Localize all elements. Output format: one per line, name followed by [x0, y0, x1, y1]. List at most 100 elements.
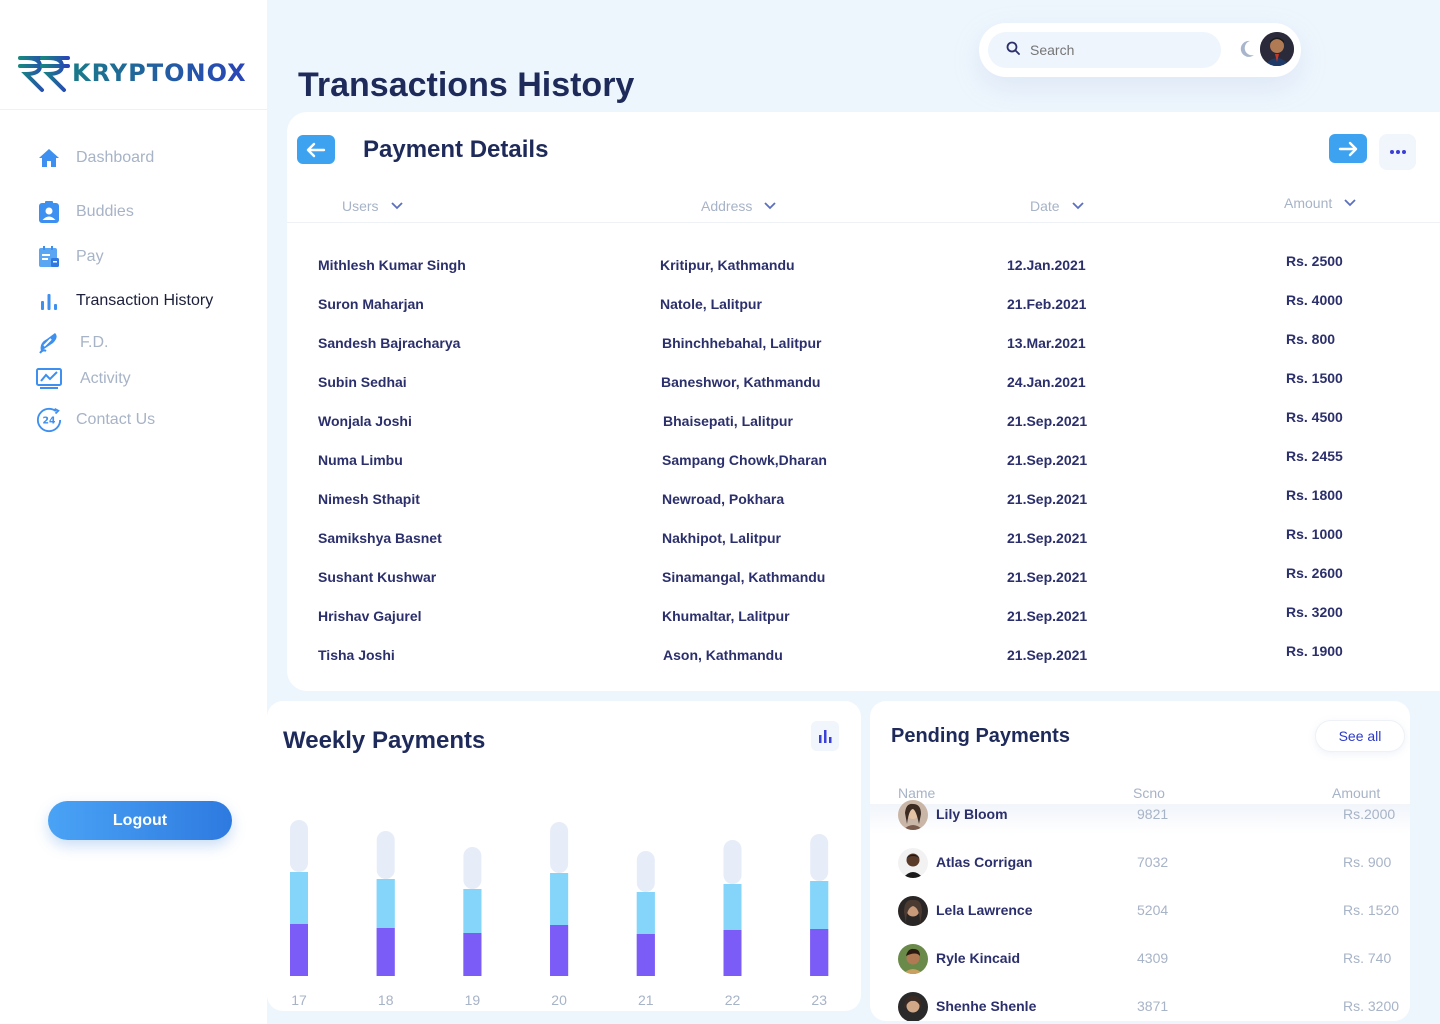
column-header-amount[interactable]: Amount: [1284, 195, 1356, 211]
cell-address: Ason, Kathmandu: [663, 647, 783, 663]
contact-card-icon: [36, 199, 62, 225]
pending-amount: Rs. 3200: [1343, 998, 1400, 1014]
cell-amount: Rs. 1500: [1286, 370, 1343, 386]
column-header-scno: Scno: [1133, 785, 1165, 801]
column-header-amount: Amount: [1332, 785, 1381, 801]
weekly-payments-card: Weekly Payments 17 18 19 20 21 22 23: [267, 701, 861, 1011]
payment-details-title: Payment Details: [363, 136, 549, 163]
column-header-users[interactable]: Users: [342, 198, 403, 214]
cell-address: Nakhipot, Lalitpur: [662, 530, 781, 546]
cell-date: 21.Sep.2021: [1007, 530, 1088, 546]
sidebar-item-buddies[interactable]: Buddies: [36, 199, 134, 225]
pending-scno: 3871: [1137, 998, 1169, 1014]
cell-user: Sushant Kushwar: [318, 569, 437, 585]
table-header-divider: [287, 222, 1440, 223]
bar-segment-overlay-17-0: [290, 924, 308, 976]
sidebar-item-label: Contact Us: [76, 411, 156, 428]
list-item[interactable]: Lela Lawrence 5204 Rs. 1520: [870, 896, 1410, 930]
table-row[interactable]: Samikshya Basnet Nakhipot, Lalitpur 21.Sep…: [287, 526, 1440, 552]
list-item[interactable]: Lily Bloom 9821 Rs.2000: [870, 800, 1410, 834]
invoice-icon: [36, 244, 62, 270]
avatar: [898, 848, 928, 878]
search-input[interactable]: [1030, 42, 1200, 58]
sidebar-item-label: Activity: [80, 370, 131, 387]
sidebar-item-contact-us[interactable]: 24 Contact Us: [36, 407, 155, 433]
list-item[interactable]: Atlas Corrigan 7032 Rs. 900: [870, 848, 1410, 882]
pending-scno: 4309: [1137, 950, 1169, 966]
search-bar[interactable]: [988, 32, 1221, 68]
more-options-button[interactable]: [1379, 134, 1416, 170]
pending-scno: 9821: [1137, 806, 1169, 822]
table-row[interactable]: Numa Limbu Sampang Chowk,Dharan 21.Sep.202…: [287, 448, 1440, 474]
cell-date: 24.Jan.2021: [1007, 374, 1086, 390]
see-all-button[interactable]: See all: [1315, 720, 1405, 752]
table-row[interactable]: Suron Maharjan Natole, Lalitpur 21.Feb.202…: [287, 292, 1440, 318]
dark-mode-toggle-icon[interactable]: [1239, 40, 1255, 63]
sidebar-item-activity[interactable]: Activity: [36, 366, 131, 392]
back-button[interactable]: [297, 135, 335, 164]
forward-button[interactable]: [1329, 134, 1367, 163]
sidebar-item-transaction-history[interactable]: Transaction History: [36, 288, 213, 314]
cell-date: 21.Sep.2021: [1007, 452, 1088, 468]
cell-amount: Rs. 2455: [1286, 448, 1343, 464]
table-row[interactable]: Sushant Kushwar Sinamangal, Kathmandu 21.S…: [287, 565, 1440, 591]
table-row[interactable]: Wonjala Joshi Bhaisepati, Lalitpur 21.Sep.…: [287, 409, 1440, 435]
x-tick-label: 21: [638, 992, 654, 1008]
user-avatar[interactable]: [1260, 32, 1294, 66]
cell-user: Samikshya Basnet: [318, 530, 442, 546]
list-item[interactable]: Shenhe Shenle 3871 Rs. 3200: [870, 992, 1410, 1021]
table-row[interactable]: Subin Sedhai Baneshwor, Kathmandu 24.Jan.2…: [287, 370, 1440, 396]
column-header-label: Address: [701, 198, 753, 214]
bar-segment-overlay-18-0: [376, 928, 395, 976]
brand-logo[interactable]: KRYPTONOX: [18, 50, 247, 96]
avatar: [898, 944, 928, 974]
cell-amount: Rs. 1900: [1286, 643, 1343, 659]
bar-segment-overlay-22-0: [723, 930, 742, 976]
payment-details-card: Payment Details Users Address Date Amoun…: [287, 112, 1440, 691]
table-row[interactable]: Mithlesh Kumar Singh Kritipur, Kathmandu 1…: [287, 253, 1440, 279]
pending-amount: Rs.2000: [1343, 806, 1396, 822]
column-header-date[interactable]: Date: [1030, 198, 1084, 214]
sidebar: KRYPTONOX Dashboard Buddies Pay Transact…: [0, 0, 267, 1024]
bar-segment-overlay-19-0: [463, 933, 482, 976]
logo-divider: [0, 109, 267, 110]
table-row[interactable]: Hrishav Gajurel Khumaltar, Lalitpur 21.Sep…: [287, 604, 1440, 630]
cell-address: Newroad, Pokhara: [662, 491, 785, 507]
logout-button[interactable]: Logout: [48, 801, 232, 840]
sidebar-item-dashboard[interactable]: Dashboard: [36, 145, 154, 171]
cell-user: Suron Maharjan: [318, 296, 424, 312]
ellipsis-icon: [1389, 150, 1406, 154]
bar-segment-overlay-21-0: [636, 934, 655, 976]
table-row[interactable]: Tisha Joshi Ason, Kathmandu 21.Sep.2021 Rs.…: [287, 643, 1440, 669]
table-row[interactable]: Nimesh Sthapit Newroad, Pokhara 21.Sep.202…: [287, 487, 1440, 513]
avatar: [898, 800, 928, 830]
pending-amount: Rs. 740: [1343, 950, 1392, 966]
pending-name: Lela Lawrence: [936, 902, 1033, 918]
list-item[interactable]: Ryle Kincaid 4309 Rs. 740: [870, 944, 1410, 978]
cell-amount: Rs. 4000: [1286, 292, 1343, 308]
cell-address: Sampang Chowk,Dharan: [662, 452, 827, 468]
cell-date: 12.Jan.2021: [1007, 257, 1086, 273]
line-chart-icon: [36, 366, 62, 392]
chevron-down-icon: [1071, 202, 1084, 210]
column-header-address[interactable]: Address: [701, 198, 776, 214]
x-tick-label: 23: [811, 992, 827, 1008]
cell-user: Hrishav Gajurel: [318, 608, 422, 624]
home-icon: [36, 145, 62, 171]
bar-segment-21-2: [636, 851, 655, 892]
arrow-left-icon: [306, 142, 326, 157]
cell-amount: Rs. 1000: [1286, 526, 1343, 542]
bar-segment-overlay-19-1: [463, 889, 482, 933]
pending-name: Lily Bloom: [936, 806, 1008, 822]
cell-date: 13.Mar.2021: [1007, 335, 1086, 351]
cell-address: Khumaltar, Lalitpur: [662, 608, 790, 624]
x-tick-label: 17: [291, 992, 307, 1008]
column-header-name: Name: [898, 785, 936, 801]
bar-segment-overlay-17-1: [290, 872, 308, 924]
cell-date: 21.Sep.2021: [1007, 413, 1088, 429]
sidebar-item-fd[interactable]: F.D.: [36, 330, 108, 356]
page-title: Transactions History: [298, 66, 635, 104]
sidebar-item-pay[interactable]: Pay: [36, 244, 104, 270]
table-row[interactable]: Sandesh Bajracharya Bhinchhebahal, Lalitp…: [287, 331, 1440, 357]
bar-segment-overlay-22-1: [723, 884, 742, 930]
